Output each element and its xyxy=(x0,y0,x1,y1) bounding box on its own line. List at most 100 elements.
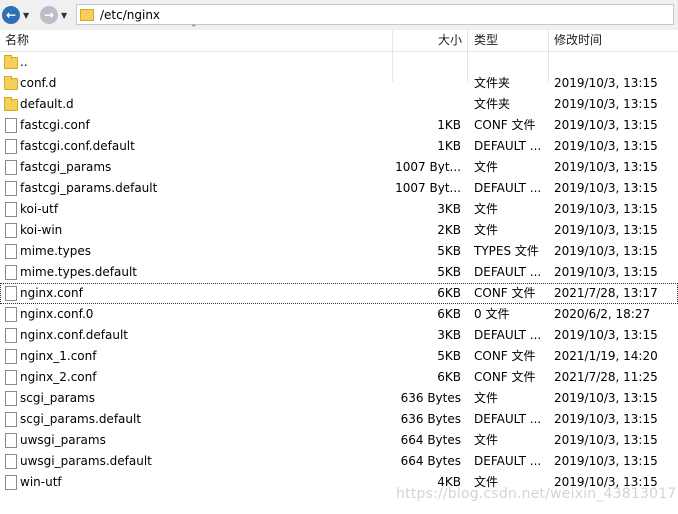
folder-icon xyxy=(4,76,18,90)
file-row[interactable]: default.d 文件夹 2019/10/3, 13:15 xyxy=(0,94,678,115)
file-row[interactable]: scgi_params 636 Bytes 文件 2019/10/3, 13:15 xyxy=(0,388,678,409)
file-modified: 2019/10/3, 13:15 xyxy=(554,139,658,153)
column-header-modified[interactable]: 修改时间 xyxy=(554,30,602,51)
file-name: mime.types xyxy=(20,244,91,258)
file-type: CONF 文件 xyxy=(474,286,536,300)
file-name: nginx_1.conf xyxy=(20,349,97,363)
forward-button[interactable]: → ▼ xyxy=(40,5,69,25)
file-type: DEFAULT ... xyxy=(474,454,542,468)
file-row[interactable]: nginx.conf.default 3KB DEFAULT ... 2019/10/… xyxy=(0,325,678,346)
file-name: .. xyxy=(20,55,28,69)
file-name: koi-utf xyxy=(20,202,59,216)
column-header: 名称 ⌃ 大小 类型 修改时间 xyxy=(0,24,678,82)
file-size: 6KB xyxy=(437,286,461,300)
file-size: 6KB xyxy=(437,370,461,384)
file-size: 1007 Byt... xyxy=(395,160,461,174)
folder-icon xyxy=(4,55,18,69)
file-icon xyxy=(5,328,17,343)
file-type: 文件 xyxy=(474,160,499,174)
file-row[interactable]: fastcgi.conf.default 1KB DEFAULT ... 2019/1… xyxy=(0,136,678,157)
file-name: fastcgi.conf xyxy=(20,118,90,132)
file-row[interactable]: fastcgi_params.default 1007 Byt... DEFAULT… xyxy=(0,178,678,199)
file-row[interactable]: nginx_2.conf 6KB CONF 文件 2021/7/28, 11:25 xyxy=(0,367,678,388)
file-name: koi-win xyxy=(20,223,63,237)
file-type: 文件 xyxy=(474,202,499,216)
file-type: 文件夹 xyxy=(474,97,511,111)
file-type: 0 文件 xyxy=(474,307,510,321)
file-name: scgi_params.default xyxy=(20,412,142,426)
file-row[interactable]: fastcgi_params 1007 Byt... 文件 2019/10/3, 13… xyxy=(0,157,678,178)
toolbar: ← ▼ → ▼ /etc/nginx xyxy=(0,0,678,31)
file-row[interactable]: .. xyxy=(0,52,678,73)
file-name: uwsgi_params xyxy=(20,433,106,447)
file-type: CONF 文件 xyxy=(474,349,536,363)
file-size: 636 Bytes xyxy=(400,391,461,405)
address-bar[interactable]: /etc/nginx xyxy=(76,4,674,25)
file-icon xyxy=(5,454,17,469)
file-size: 6KB xyxy=(437,307,461,321)
file-row[interactable]: nginx_1.conf 5KB CONF 文件 2021/1/19, 14:20 xyxy=(0,346,678,367)
file-name: uwsgi_params.default xyxy=(20,454,152,468)
file-type: DEFAULT ... xyxy=(474,412,542,426)
file-icon xyxy=(5,160,17,175)
file-row[interactable]: koi-utf 3KB 文件 2019/10/3, 13:15 xyxy=(0,199,678,220)
file-size: 636 Bytes xyxy=(400,412,461,426)
file-size: 1KB xyxy=(437,118,461,132)
file-row[interactable]: mime.types.default 5KB DEFAULT ... 2019/10/… xyxy=(0,262,678,283)
back-button[interactable]: ← ▼ xyxy=(2,5,31,25)
file-icon xyxy=(5,139,17,154)
file-modified: 2019/10/3, 13:15 xyxy=(554,412,658,426)
back-dropdown-icon[interactable]: ▼ xyxy=(23,11,31,20)
column-header-size[interactable]: 大小 xyxy=(438,30,462,51)
folder-icon xyxy=(80,8,94,21)
file-row[interactable]: koi-win 2KB 文件 2019/10/3, 13:15 xyxy=(0,220,678,241)
file-row[interactable]: conf.d 文件夹 2019/10/3, 13:15 xyxy=(0,73,678,94)
file-row[interactable]: uwsgi_params 664 Bytes 文件 2019/10/3, 13:15 xyxy=(0,430,678,451)
column-header-type[interactable]: 类型 xyxy=(474,30,498,51)
file-modified: 2019/10/3, 13:15 xyxy=(554,160,658,174)
address-path[interactable]: /etc/nginx xyxy=(100,8,160,22)
file-type: 文件 xyxy=(474,391,499,405)
file-modified: 2019/10/3, 13:15 xyxy=(554,223,658,237)
file-row[interactable]: uwsgi_params.default 664 Bytes DEFAULT ...… xyxy=(0,451,678,472)
file-size: 5KB xyxy=(437,244,461,258)
file-size xyxy=(392,73,461,94)
file-name: conf.d xyxy=(20,76,57,90)
file-modified: 2019/10/3, 13:15 xyxy=(554,454,658,468)
file-icon xyxy=(5,349,17,364)
file-modified: 2019/10/3, 13:15 xyxy=(554,202,658,216)
file-type: 文件 xyxy=(474,223,499,237)
file-icon xyxy=(5,181,17,196)
file-icon xyxy=(5,475,17,490)
file-type: 文件 xyxy=(474,433,499,447)
file-row[interactable]: nginx.conf 6KB CONF 文件 2021/7/28, 13:17 xyxy=(0,283,678,304)
file-row[interactable]: nginx.conf.0 6KB 0 文件 2020/6/2, 18:27 xyxy=(0,304,678,325)
file-name: mime.types.default xyxy=(20,265,138,279)
file-row[interactable]: mime.types 5KB TYPES 文件 2019/10/3, 13:15 xyxy=(0,241,678,262)
file-name: nginx.conf.0 xyxy=(20,307,94,321)
file-modified: 2019/10/3, 13:15 xyxy=(554,433,658,447)
column-header-name[interactable]: 名称 xyxy=(5,30,29,51)
file-size: 5KB xyxy=(437,265,461,279)
file-modified: 2019/10/3, 13:15 xyxy=(554,118,658,132)
file-icon xyxy=(5,307,17,322)
file-modified: 2019/10/3, 13:15 xyxy=(554,244,658,258)
file-type: 文件夹 xyxy=(474,76,511,90)
file-icon xyxy=(5,286,17,301)
watermark: https://blog.csdn.net/weixin_43813017 xyxy=(396,486,677,502)
file-icon xyxy=(5,412,17,427)
file-name: nginx_2.conf xyxy=(20,370,97,384)
file-modified: 2019/10/3, 13:15 xyxy=(554,97,658,111)
file-icon xyxy=(5,223,17,238)
file-row[interactable]: fastcgi.conf 1KB CONF 文件 2019/10/3, 13:15 xyxy=(0,115,678,136)
file-icon xyxy=(5,433,17,448)
forward-dropdown-icon[interactable]: ▼ xyxy=(61,11,69,20)
folder-icon xyxy=(4,97,18,111)
file-type: CONF 文件 xyxy=(474,370,536,384)
file-icon xyxy=(5,391,17,406)
file-size xyxy=(392,52,461,73)
sort-up-icon: ⌃ xyxy=(190,24,198,34)
file-row[interactable]: scgi_params.default 636 Bytes DEFAULT ... 2… xyxy=(0,409,678,430)
file-size: 1007 Byt... xyxy=(395,181,461,195)
file-size: 5KB xyxy=(437,349,461,363)
